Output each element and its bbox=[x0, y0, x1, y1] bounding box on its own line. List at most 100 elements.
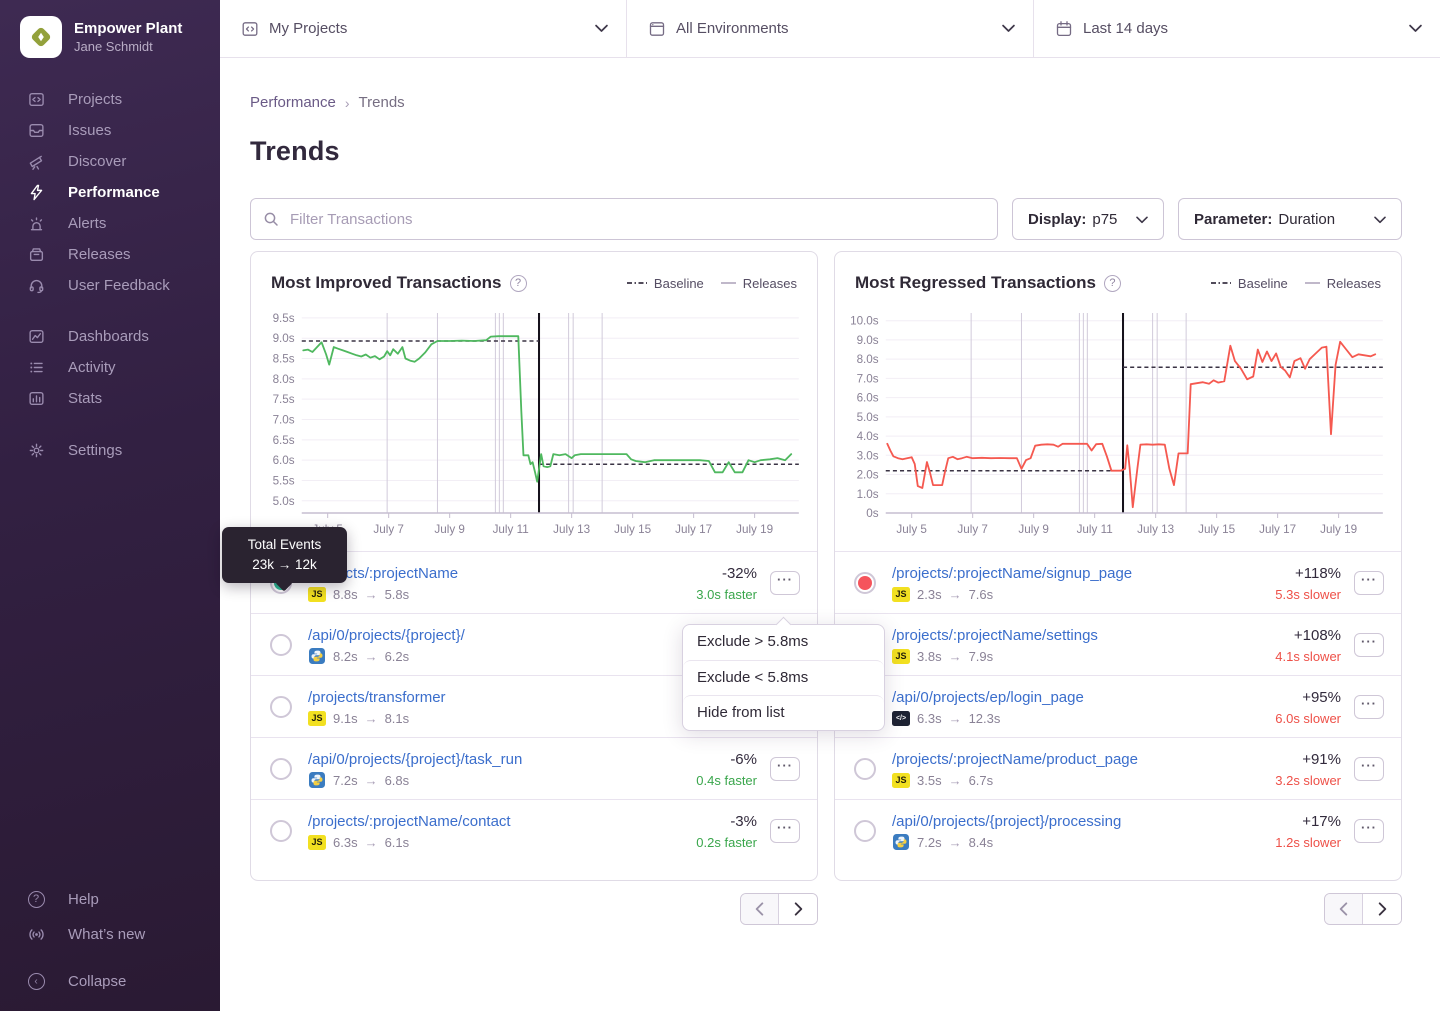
svg-text:8.5s: 8.5s bbox=[273, 354, 295, 366]
sidebar-item-performance[interactable]: Performance bbox=[0, 177, 220, 208]
improved-transactions-chart[interactable]: 5.0s5.5s6.0s6.5s7.0s7.5s8.0s8.5s9.0s9.5s… bbox=[255, 305, 809, 543]
window-icon bbox=[648, 20, 666, 38]
transaction-link[interactable]: /api/0/projects/{project}/processing bbox=[892, 812, 1121, 831]
breadcrumb: Performance › Trends bbox=[250, 94, 1402, 111]
chevron-down-icon bbox=[1409, 20, 1422, 37]
platform-badge: JS bbox=[308, 587, 326, 602]
main-content: Performance › Trends Trends Display: p75… bbox=[220, 58, 1440, 1011]
sidebar-item-dashboards[interactable]: Dashboards bbox=[0, 321, 220, 352]
transaction-radio[interactable] bbox=[270, 820, 292, 842]
sidebar-item-discover[interactable]: Discover bbox=[0, 146, 220, 177]
next-page-button[interactable] bbox=[779, 894, 817, 924]
sidebar-item-releases[interactable]: Releases bbox=[0, 239, 220, 270]
previous-page-button[interactable] bbox=[1325, 894, 1363, 924]
more-actions-button[interactable]: ··· bbox=[770, 571, 800, 595]
sidebar-item-alerts[interactable]: Alerts bbox=[0, 208, 220, 239]
transaction-link[interactable]: /projects/:projectName/product_page bbox=[892, 750, 1138, 769]
chevron-down-icon bbox=[595, 20, 608, 37]
transaction-radio[interactable] bbox=[854, 572, 876, 594]
menu-item-exclude-above[interactable]: Exclude > 5.8ms bbox=[683, 625, 884, 660]
issues-icon bbox=[27, 122, 45, 140]
regressed-transactions-chart[interactable]: 0s1.0s2.0s3.0s4.0s5.0s6.0s7.0s8.0s9.0s10… bbox=[839, 305, 1393, 543]
org-switcher[interactable]: Empower Plant Jane Schmidt bbox=[0, 0, 220, 58]
more-actions-button[interactable]: ··· bbox=[1354, 571, 1384, 595]
svg-text:July 11: July 11 bbox=[493, 524, 529, 536]
search-icon bbox=[263, 211, 279, 232]
transaction-radio[interactable] bbox=[854, 758, 876, 780]
transaction-link[interactable]: /projects/:projectName/contact bbox=[308, 812, 511, 831]
table-row: /api/0/projects/{project}/processing 7.2… bbox=[835, 799, 1401, 861]
transaction-link[interactable]: /api/0/projects/ep/login_page bbox=[892, 688, 1084, 707]
chevron-down-icon bbox=[1374, 211, 1386, 228]
baseline-dash-icon bbox=[1211, 281, 1231, 285]
arrow-right-icon: → bbox=[365, 773, 378, 788]
transaction-link[interactable]: /projects/transformer bbox=[308, 688, 446, 707]
svg-text:July 19: July 19 bbox=[736, 524, 773, 536]
menu-item-hide-from-list[interactable]: Hide from list bbox=[683, 695, 884, 730]
next-page-button[interactable] bbox=[1363, 894, 1401, 924]
svg-text:1.0s: 1.0s bbox=[857, 489, 879, 501]
question-icon[interactable]: ? bbox=[510, 275, 527, 292]
more-actions-button[interactable]: ··· bbox=[1354, 757, 1384, 781]
arrow-right-icon: → bbox=[949, 649, 962, 664]
change-percent: -32% bbox=[696, 564, 757, 583]
project-selector[interactable]: My Projects bbox=[220, 0, 627, 57]
regressed-pagination bbox=[1324, 893, 1402, 925]
environment-selector[interactable]: All Environments bbox=[627, 0, 1034, 57]
table-row: /projects/:projectName/product_page JS3.… bbox=[835, 737, 1401, 799]
arrow-right-icon: → bbox=[949, 773, 962, 788]
breadcrumb-current: Trends bbox=[359, 94, 405, 111]
panel-title: Most Regressed Transactions bbox=[855, 273, 1096, 293]
change-delta: 3.0s faster bbox=[696, 587, 757, 602]
org-name: Empower Plant bbox=[74, 19, 182, 38]
display-dropdown-value: p75 bbox=[1092, 211, 1117, 228]
change-percent: +118% bbox=[1275, 564, 1341, 583]
transaction-link[interactable]: /projects/:projectName/settings bbox=[892, 626, 1098, 645]
total-events-tooltip: Total Events 23k → 12k bbox=[222, 527, 347, 583]
parameter-dropdown[interactable]: Parameter: Duration bbox=[1178, 198, 1402, 240]
platform-badge bbox=[308, 649, 326, 664]
sidebar-collapse-button[interactable]: ‹ Collapse bbox=[0, 966, 220, 997]
table-row: /api/0/projects/{project}/task_run 7.2s→… bbox=[251, 737, 817, 799]
table-row: /projects/:projectName/contact JS6.3s→6.… bbox=[251, 799, 817, 861]
menu-item-exclude-below[interactable]: Exclude < 5.8ms bbox=[683, 660, 884, 695]
change-delta: 3.2s slower bbox=[1275, 773, 1341, 788]
svg-text:8.0s: 8.0s bbox=[857, 354, 879, 366]
svg-text:9.5s: 9.5s bbox=[273, 313, 295, 325]
svg-text:July 7: July 7 bbox=[957, 524, 987, 536]
sidebar-item-stats[interactable]: Stats bbox=[0, 383, 220, 414]
transaction-radio[interactable] bbox=[270, 758, 292, 780]
svg-text:9.0s: 9.0s bbox=[857, 335, 879, 347]
transaction-link[interactable]: /api/0/projects/{project}/ bbox=[308, 626, 465, 645]
transaction-link[interactable]: /projects/:projectName/signup_page bbox=[892, 564, 1132, 583]
platform-badge: JS bbox=[308, 711, 326, 726]
search-input[interactable] bbox=[250, 198, 998, 240]
sidebar-item-settings[interactable]: Settings bbox=[0, 435, 220, 466]
transaction-link[interactable]: /api/0/projects/{project}/task_run bbox=[308, 750, 522, 769]
sidebar-item-issues[interactable]: Issues bbox=[0, 115, 220, 146]
platform-badge: JS bbox=[892, 587, 910, 602]
transaction-radio[interactable] bbox=[270, 634, 292, 656]
breadcrumb-performance-link[interactable]: Performance bbox=[250, 94, 336, 111]
question-icon[interactable]: ? bbox=[1104, 275, 1121, 292]
arrow-right-icon: → bbox=[949, 587, 962, 602]
more-actions-button[interactable]: ··· bbox=[770, 819, 800, 843]
display-dropdown[interactable]: Display: p75 bbox=[1012, 198, 1164, 240]
transaction-radio[interactable] bbox=[854, 820, 876, 842]
sidebar-item-projects[interactable]: Projects bbox=[0, 84, 220, 115]
previous-page-button[interactable] bbox=[741, 894, 779, 924]
sidebar-item-label: User Feedback bbox=[68, 277, 170, 294]
sidebar-item-user-feedback[interactable]: User Feedback bbox=[0, 270, 220, 301]
sidebar-item-help[interactable]: ? Help bbox=[0, 884, 220, 915]
change-percent: +17% bbox=[1275, 812, 1341, 831]
top-filter-bar: My Projects All Environments Last 14 day… bbox=[220, 0, 1440, 58]
platform-badge bbox=[892, 835, 910, 850]
more-actions-button[interactable]: ··· bbox=[1354, 695, 1384, 719]
transaction-radio[interactable] bbox=[270, 696, 292, 718]
sidebar-item-activity[interactable]: Activity bbox=[0, 352, 220, 383]
more-actions-button[interactable]: ··· bbox=[1354, 819, 1384, 843]
more-actions-button[interactable]: ··· bbox=[1354, 633, 1384, 657]
more-actions-button[interactable]: ··· bbox=[770, 757, 800, 781]
sidebar-item-whats-new[interactable]: What’s new bbox=[0, 919, 220, 950]
date-range-selector[interactable]: Last 14 days bbox=[1034, 0, 1440, 57]
